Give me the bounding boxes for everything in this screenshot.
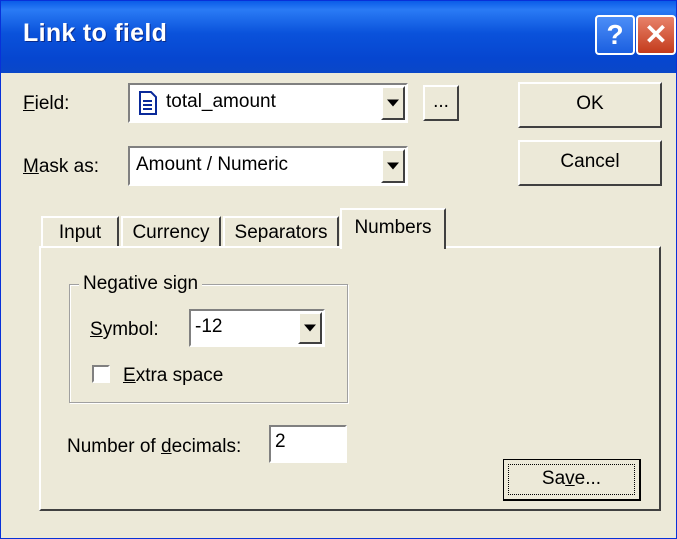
mask-combo[interactable]: Amount / Numeric: [128, 146, 408, 186]
mask-value: Amount / Numeric: [136, 154, 289, 175]
ok-button[interactable]: OK: [518, 82, 662, 128]
browse-field-button[interactable]: ...: [423, 85, 459, 121]
symbol-value: -12: [195, 316, 223, 337]
close-button[interactable]: ✕: [636, 15, 676, 55]
link-to-field-dialog: Link to field ? ✕ Field: total_amount ..…: [0, 0, 677, 539]
extra-space-label: Extra space: [123, 365, 224, 386]
tab-numbers[interactable]: Numbers: [340, 208, 446, 249]
symbol-label: Symbol:: [90, 319, 159, 340]
chevron-down-icon: [387, 162, 399, 170]
field-value: total_amount: [166, 91, 276, 112]
document-icon: [138, 91, 158, 120]
chevron-down-icon: [304, 324, 316, 332]
mask-label: Mask as:: [23, 156, 100, 177]
title-bar[interactable]: Link to field ? ✕: [1, 1, 676, 73]
save-button[interactable]: Save...: [503, 459, 641, 501]
symbol-dropdown-button[interactable]: [298, 312, 322, 344]
field-label: Field:: [23, 93, 70, 114]
window-title: Link to field: [23, 19, 168, 47]
tab-currency[interactable]: Currency: [121, 216, 221, 248]
decimals-label: Number of decimals:: [67, 436, 242, 457]
cancel-button[interactable]: Cancel: [518, 140, 662, 186]
save-button-label: Save...: [508, 464, 635, 495]
symbol-combo[interactable]: -12: [189, 309, 325, 347]
help-button[interactable]: ?: [595, 15, 635, 55]
decimals-input[interactable]: 2: [269, 425, 347, 463]
tab-input[interactable]: Input: [41, 216, 119, 248]
tab-separators[interactable]: Separators: [223, 216, 339, 248]
chevron-down-icon: [387, 99, 399, 107]
negative-sign-group-title: Negative sign: [79, 273, 203, 295]
extra-space-checkbox[interactable]: [92, 365, 110, 383]
field-combo[interactable]: total_amount: [128, 83, 408, 123]
mask-dropdown-button[interactable]: [381, 149, 405, 183]
field-dropdown-button[interactable]: [381, 86, 405, 120]
